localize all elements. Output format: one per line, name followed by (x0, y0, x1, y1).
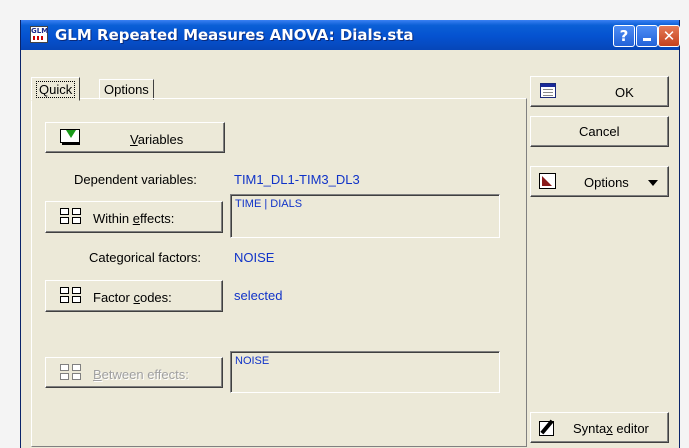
factor-codes-value: selected (234, 288, 283, 303)
chevron-down-icon (648, 180, 658, 186)
dialog-window: GLM GLM Repeated Measures ANOVA: Dials.s… (20, 20, 680, 448)
ok-label: OK (615, 85, 634, 100)
variables-label: Variables (130, 132, 184, 147)
within-effects-icon (60, 208, 84, 225)
tab-quick[interactable]: Quick (31, 77, 81, 101)
cancel-button[interactable]: Cancel (530, 116, 669, 147)
within-effects-field[interactable]: TIME | DIALS (230, 194, 500, 238)
dependent-variables-label: Dependent variables: (74, 172, 197, 187)
minimize-icon (643, 38, 651, 41)
ok-icon (540, 83, 556, 98)
syntax-editor-icon (539, 418, 559, 436)
help-button[interactable]: ? (613, 25, 635, 47)
window-title: GLM Repeated Measures ANOVA: Dials.sta (55, 26, 414, 44)
options-dropdown-button[interactable]: Options (530, 166, 669, 197)
dependent-variables-value: TIM1_DL1-TIM3_DL3 (234, 172, 360, 187)
help-icon: ? (619, 27, 629, 45)
options-label: Options (584, 175, 629, 190)
glm-app-icon: GLM (30, 26, 48, 43)
title-bar[interactable]: GLM GLM Repeated Measures ANOVA: Dials.s… (21, 20, 680, 50)
tab-quick-label: Quick (36, 81, 76, 98)
syntax-editor-button[interactable]: Syntax editor (530, 412, 669, 443)
within-effects-button[interactable]: Within effects: (45, 201, 223, 233)
factor-codes-button[interactable]: Factor codes: (45, 280, 223, 312)
between-effects-field[interactable]: NOISE (230, 351, 500, 393)
factor-codes-label: Factor codes: (93, 290, 172, 305)
categorical-factors-value: NOISE (234, 250, 275, 265)
app-icon-text: GLM (31, 27, 49, 35)
variables-icon (60, 129, 82, 145)
between-effects-icon (60, 364, 84, 381)
between-effects-button[interactable]: Between effects: (45, 357, 223, 388)
close-icon: ✕ (662, 27, 676, 45)
minimize-button[interactable] (636, 25, 658, 47)
syntax-editor-label: Syntax editor (573, 421, 649, 436)
categorical-factors-label: Categorical factors: (89, 250, 201, 265)
tab-options-label: Options (104, 82, 149, 97)
ok-button[interactable]: OK (530, 76, 669, 107)
between-effects-label: Between effects: (93, 367, 189, 382)
close-button[interactable]: ✕ (658, 25, 680, 47)
factor-codes-icon (60, 287, 84, 304)
options-icon (539, 173, 556, 189)
tab-options[interactable]: Options (99, 79, 154, 100)
within-effects-label: Within effects: (93, 211, 175, 226)
variables-button[interactable]: Variables (45, 122, 225, 153)
cancel-label: Cancel (579, 124, 620, 139)
